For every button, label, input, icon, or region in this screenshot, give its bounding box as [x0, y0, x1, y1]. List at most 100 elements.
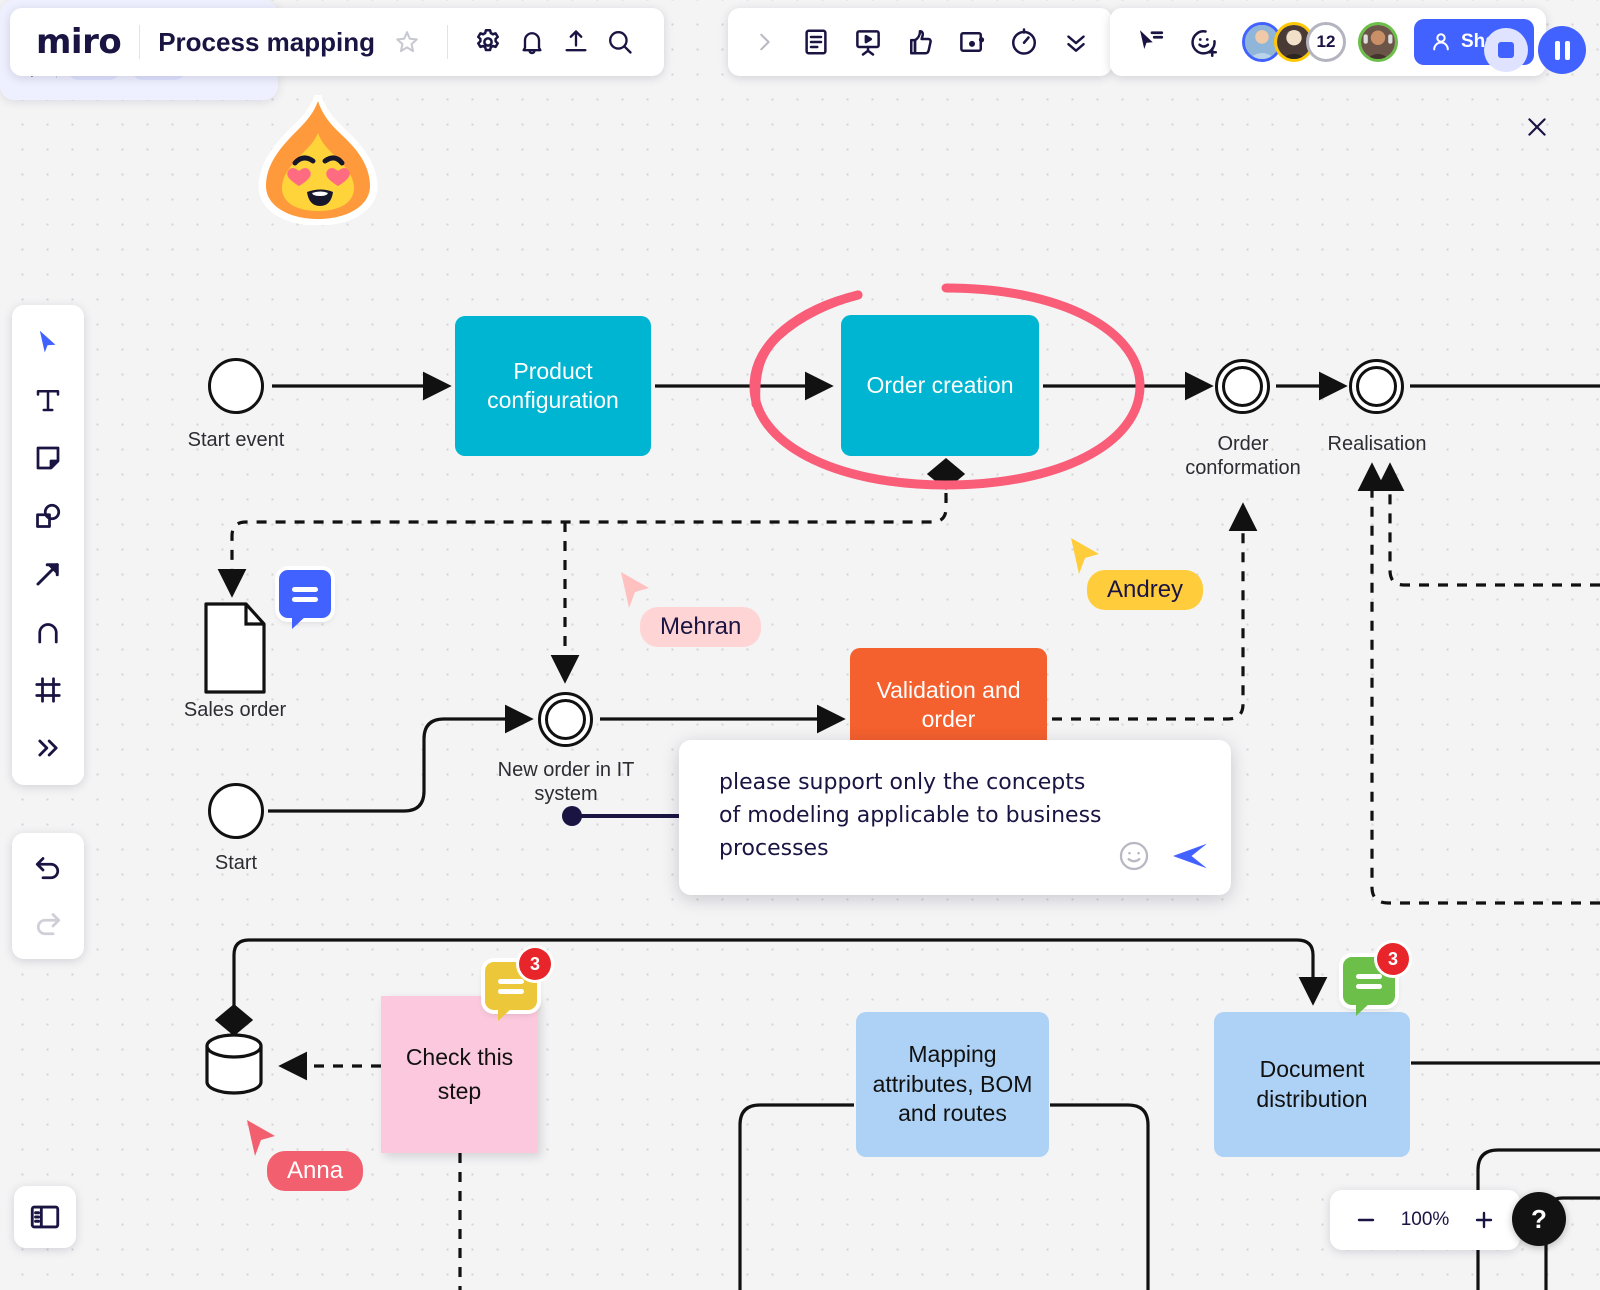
- upload-icon[interactable]: [554, 20, 598, 64]
- comment-text: please support only the concepts of mode…: [719, 770, 1102, 861]
- more-icon: [38, 739, 58, 757]
- node-realisation-label: Realisation: [1327, 433, 1427, 455]
- timer-pause-button[interactable]: [1538, 26, 1586, 74]
- frame-tool[interactable]: [22, 667, 74, 713]
- send-icon[interactable]: [1171, 839, 1209, 873]
- pen-tool[interactable]: [22, 609, 74, 655]
- node-start-label: Start: [214, 852, 258, 874]
- document-icon[interactable]: [794, 20, 838, 64]
- chevron-right-icon[interactable]: [742, 20, 786, 64]
- plus-icon: [1475, 1211, 1493, 1229]
- comment-badge-check-step[interactable]: 3: [485, 948, 551, 1021]
- frame-dot-icon[interactable]: [950, 20, 994, 64]
- help-icon: ?: [1531, 1203, 1547, 1234]
- node-order-conformation-line1: Order: [1217, 433, 1269, 455]
- node-order-creation-label: Order creation: [866, 371, 1014, 398]
- node-sales-order-label: Sales order: [183, 699, 287, 721]
- search-icon[interactable]: [598, 20, 642, 64]
- cursor-icon: [39, 330, 56, 353]
- collaborator-count-badge[interactable]: 12: [1306, 22, 1346, 62]
- more-tools[interactable]: [22, 725, 74, 771]
- select-tool[interactable]: [22, 319, 74, 365]
- add-reaction-icon[interactable]: [1182, 20, 1226, 64]
- collaboration-toolbar: 12 Share: [1110, 8, 1546, 76]
- arrow-icon: [36, 563, 59, 586]
- node-product-configuration[interactable]: Product configuration: [455, 316, 651, 456]
- flame-heart-eyes-emoji-sticker[interactable]: [255, 95, 381, 225]
- zoom-out-button[interactable]: [1352, 1206, 1380, 1234]
- header-divider-2: [446, 25, 448, 59]
- node-start[interactable]: [208, 783, 264, 839]
- miro-logo[interactable]: miro: [36, 25, 122, 59]
- text-icon: [36, 390, 60, 412]
- zoom-in-button[interactable]: [1470, 1206, 1498, 1234]
- board-header: miro Process mapping: [10, 8, 664, 76]
- redo-icon: [36, 913, 61, 936]
- node-new-order-it-system[interactable]: [538, 692, 593, 747]
- gear-icon[interactable]: [466, 20, 510, 64]
- double-chevron-down-icon[interactable]: [1054, 20, 1098, 64]
- shapes-icon: [36, 503, 61, 528]
- miro-board-canvas[interactable]: Start event Product configuration Order …: [0, 0, 1600, 1290]
- node-document-distribution[interactable]: Document distribution: [1214, 1012, 1410, 1157]
- node-mapping-attributes[interactable]: Mapping attributes, BOM and routes: [856, 1012, 1049, 1157]
- stop-icon: [1498, 42, 1514, 58]
- comment-popup[interactable]: please support only the concepts of mode…: [679, 740, 1231, 895]
- node-mapping-line3: and routes: [898, 1100, 1007, 1127]
- node-order-conformation[interactable]: [1215, 359, 1270, 414]
- comment-badge-document[interactable]: 3: [1343, 943, 1409, 1016]
- creation-toolbar: [12, 305, 84, 785]
- cursor-label-andrey: Andrey: [1087, 570, 1204, 610]
- timer-close-button[interactable]: [1520, 110, 1554, 144]
- cursor-label-mehran: Mehran: [640, 607, 762, 647]
- help-button[interactable]: ?: [1512, 1192, 1566, 1246]
- presentation-icon[interactable]: [846, 20, 890, 64]
- cursor-pointer-mehran: [621, 572, 649, 608]
- zoom-controls: 100%: [1330, 1190, 1520, 1250]
- timer-stop-button[interactable]: [1484, 28, 1528, 72]
- header-divider-1: [139, 25, 141, 59]
- text-tool[interactable]: [22, 377, 74, 423]
- sticky-note-icon: [36, 446, 60, 470]
- center-toolbar: [728, 8, 1112, 76]
- star-icon[interactable]: [385, 20, 429, 64]
- smiley-icon[interactable]: [1117, 839, 1151, 873]
- sticky-check-line2: step: [437, 1077, 482, 1104]
- collaborator-avatars[interactable]: 12: [1242, 22, 1398, 62]
- panel-toggle-button[interactable]: [14, 1186, 76, 1248]
- timer-icon[interactable]: [1002, 20, 1046, 64]
- node-product-configuration-line2: configuration: [487, 387, 619, 413]
- cursor-share-icon[interactable]: [1128, 20, 1172, 64]
- sticky-check-line1: Check this: [405, 1044, 514, 1071]
- shapes-tool[interactable]: [22, 493, 74, 539]
- comment-badge-document-count: 3: [1377, 943, 1409, 975]
- redo-button[interactable]: [22, 899, 74, 949]
- zoom-level[interactable]: 100%: [1401, 1209, 1450, 1231]
- page-title[interactable]: Process mapping: [158, 27, 375, 58]
- node-order-conformation-label: Order conformation: [1172, 432, 1314, 480]
- thumbs-up-icon[interactable]: [898, 20, 942, 64]
- person-icon: [1433, 33, 1449, 51]
- node-document-distribution-line2: distribution: [1256, 1085, 1368, 1112]
- node-start-event[interactable]: [208, 358, 264, 414]
- database-shape: [205, 1033, 263, 1095]
- node-start-event-label: Start event: [187, 429, 285, 451]
- bell-icon[interactable]: [510, 20, 554, 64]
- pause-icon: [1554, 40, 1560, 60]
- comment-badge-check-step-count: 3: [519, 948, 551, 980]
- node-order-conformation-line2: conformation: [1185, 457, 1301, 479]
- node-new-order-it-system-label: New order in IT system: [477, 758, 655, 806]
- node-validation-line2: order: [921, 706, 976, 733]
- node-order-creation[interactable]: Order creation: [841, 315, 1039, 456]
- sticky-note-check-this-step[interactable]: Check this step: [381, 996, 538, 1153]
- node-realisation[interactable]: [1349, 359, 1404, 414]
- node-product-configuration-line1: Product: [513, 357, 593, 384]
- node-mapping-line2: attributes, BOM: [872, 1070, 1033, 1097]
- collaborator-count: 12: [1316, 32, 1336, 51]
- comment-badge-sales-order[interactable]: [279, 570, 331, 629]
- arrow-tool[interactable]: [22, 551, 74, 597]
- undo-button[interactable]: [22, 843, 74, 893]
- avatar-current-user[interactable]: [1358, 22, 1398, 62]
- sticky-note-tool[interactable]: [22, 435, 74, 481]
- sales-order-document-shape: [204, 602, 266, 694]
